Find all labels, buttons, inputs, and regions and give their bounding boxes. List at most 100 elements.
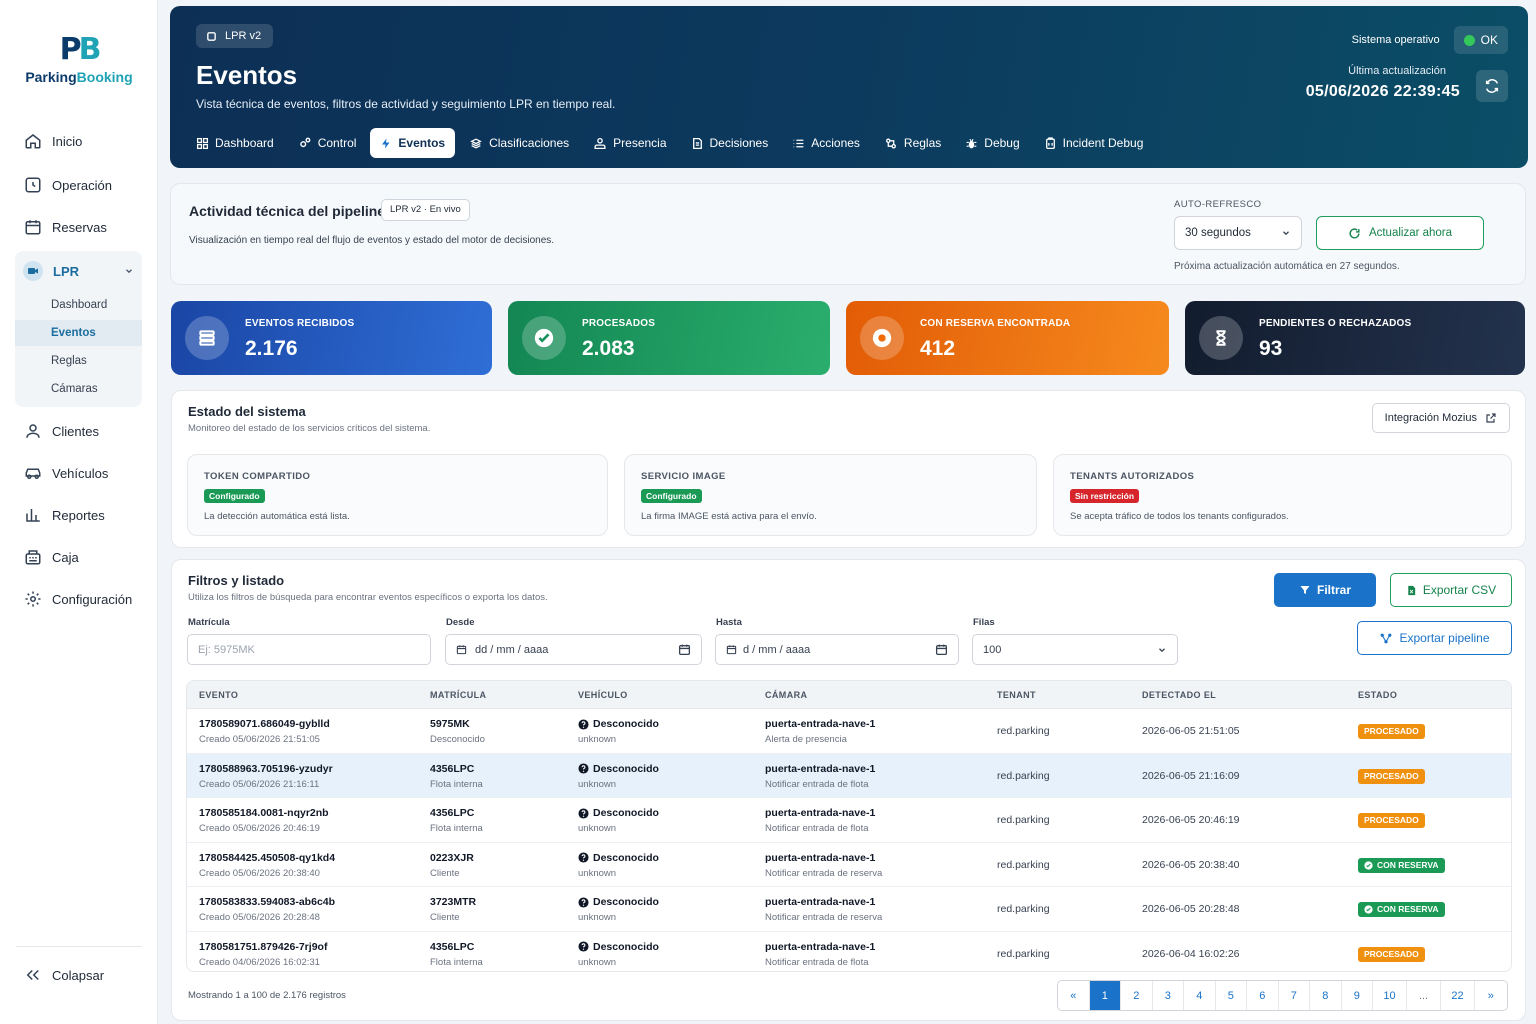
sidebar-item-configuracion[interactable]: Configuración (16, 581, 142, 617)
sidebar-subitem-camaras[interactable]: Cámaras (15, 376, 142, 402)
pagination-page[interactable]: 7 (1279, 981, 1310, 1010)
table-row[interactable]: 1780588963.705196-yzudyr Creado 05/06/202… (187, 753, 1511, 798)
status-badge: OK (1453, 26, 1508, 54)
tab-eventos[interactable]: Eventos (370, 128, 456, 158)
refresh-now-button[interactable]: Actualizar ahora (1316, 216, 1484, 250)
column-header[interactable]: CÁMARA (765, 690, 807, 700)
sidebar-item-caja[interactable]: Caja (16, 539, 142, 575)
refresh-interval-value: 30 segundos (1185, 227, 1251, 239)
gears-icon (299, 137, 311, 148)
pagination-page[interactable]: 2 (1121, 981, 1153, 1010)
tab-decisiones[interactable]: Decisiones (681, 128, 779, 158)
export-csv-button[interactable]: Exportar CSV (1390, 573, 1512, 607)
pagination-page[interactable]: 8 (1310, 981, 1342, 1010)
event-id[interactable]: 1780584425.450508-qy1kd4 (199, 852, 335, 864)
brand-logo[interactable]: PB ParkingBooking (0, 34, 158, 86)
column-header[interactable]: EVENTO (199, 690, 238, 700)
sidebar-item-operacion[interactable]: Operación (16, 167, 142, 203)
plate-type: Cliente (430, 867, 460, 879)
status-badge-label: OK (1480, 33, 1498, 47)
user-car-icon (594, 137, 606, 149)
tab-label: Incident Debug (1062, 136, 1144, 150)
tab-acciones[interactable]: Acciones (782, 128, 870, 158)
table-header: EVENTO MATRÍCULA VEHÍCULO CÁMARA TENANT … (187, 681, 1511, 709)
tab-clasificaciones[interactable]: Clasificaciones (459, 128, 579, 158)
pagination-page[interactable]: 22 (1441, 981, 1475, 1010)
pagination-page[interactable]: 3 (1153, 981, 1184, 1010)
sidebar-item-lpr[interactable]: LPR (15, 259, 142, 283)
camera: puerta-entrada-nave-1 (765, 896, 876, 908)
pagination-prev[interactable]: « (1058, 981, 1090, 1010)
refresh-button[interactable] (1476, 70, 1508, 102)
filter-button[interactable]: Filtrar (1274, 573, 1376, 607)
pipeline-description: Visualización en tiempo real del flujo d… (189, 235, 555, 246)
column-header[interactable]: TENANT (997, 690, 1036, 700)
tab-control[interactable]: Control (288, 128, 367, 158)
rows-select[interactable]: 100 (972, 634, 1178, 665)
event-id[interactable]: 1780589071.686049-gyblld (199, 718, 330, 730)
calendar-picker-icon[interactable] (678, 643, 691, 656)
sidebar-subitem-eventos[interactable]: Eventos (15, 320, 142, 346)
sidebar-subitem-dashboard[interactable]: Dashboard (15, 292, 142, 318)
sidebar-item-label: Reservas (52, 219, 107, 235)
tab-debug[interactable]: Debug (955, 128, 1029, 158)
pagination-page[interactable]: 5 (1216, 981, 1247, 1010)
sidebar-item-clientes[interactable]: Clientes (16, 413, 142, 449)
check-circle-icon (1364, 905, 1373, 914)
pagination-next[interactable]: » (1475, 981, 1507, 1010)
event-id[interactable]: 1780585184.0081-nqyr2nb (199, 807, 329, 819)
tab-incident-debug[interactable]: Incident Debug (1034, 128, 1154, 158)
pagination-page[interactable]: 9 (1342, 981, 1373, 1010)
refresh-icon (1485, 79, 1499, 93)
brand-name-part-2: Booking (76, 69, 133, 85)
event-id[interactable]: 1780588963.705196-yzudyr (199, 763, 333, 775)
plate-input[interactable]: Ej: 5975MK (187, 634, 431, 665)
refresh-interval-select[interactable]: 30 segundos (1174, 216, 1302, 250)
table-row[interactable]: 1780583833.594083-ab6c4b Creado 05/06/202… (187, 887, 1511, 932)
box-title: SERVICIO IMAGE (641, 471, 726, 482)
tenant: red.parking (997, 903, 1050, 915)
clipboard-icon (1045, 136, 1055, 149)
event-created: Creado 05/06/2026 20:28:48 (199, 912, 320, 923)
tab-label: Dashboard (215, 136, 274, 150)
pagination-page[interactable]: 1 (1089, 981, 1121, 1010)
collapse-label: Colapsar (52, 967, 105, 983)
camera: puerta-entrada-nave-1 (765, 940, 876, 953)
tab-dashboard[interactable]: Dashboard (186, 128, 284, 158)
gear-icon (25, 591, 41, 607)
column-header[interactable]: ESTADO (1358, 690, 1397, 700)
column-header[interactable]: VEHÍCULO (578, 690, 628, 700)
column-header[interactable]: MATRÍCULA (430, 690, 486, 700)
tab-reglas[interactable]: Reglas (874, 128, 951, 158)
status-tag: Configurado (204, 489, 265, 503)
tab-presencia[interactable]: Presencia (583, 128, 676, 158)
sidebar-subitem-reglas[interactable]: Reglas (15, 348, 142, 374)
box-note: La firma IMAGE está activa para el envío… (641, 511, 817, 522)
from-date-input[interactable]: dd / mm / aaaa (445, 634, 702, 665)
sidebar-item-reportes[interactable]: Reportes (16, 497, 142, 533)
mozius-integration-button[interactable]: Integración Mozius (1371, 403, 1510, 433)
event-id[interactable]: 1780581751.879426-7rj9of (199, 941, 327, 953)
pagination-page[interactable]: 6 (1247, 981, 1279, 1010)
plate-type: Flota interna (430, 956, 483, 968)
from-date-value: dd / mm / aaaa (475, 643, 549, 656)
sidebar-item-inicio[interactable]: Inicio (16, 123, 142, 159)
bar-chart-icon (26, 509, 40, 522)
table-row[interactable]: 1780584425.450508-qy1kd4 Creado 05/06/202… (187, 842, 1511, 887)
camera-icon (23, 261, 43, 281)
event-id[interactable]: 1780583833.594083-ab6c4b (199, 896, 335, 908)
collapse-button[interactable]: Colapsar (16, 957, 142, 993)
to-date-input[interactable]: d / mm / aaaa (715, 634, 959, 665)
table-row[interactable]: 1780581751.879426-7rj9of Creado 04/06/202… (187, 931, 1511, 971)
pagination-page[interactable]: 10 (1373, 981, 1407, 1010)
question-circle-icon (578, 941, 589, 952)
sidebar-item-reservas[interactable]: Reservas (16, 209, 142, 245)
pagination-page[interactable]: 4 (1184, 981, 1216, 1010)
calendar-picker-icon[interactable] (935, 643, 948, 656)
table-row[interactable]: 1780589071.686049-gyblld Creado 05/06/202… (187, 709, 1511, 754)
column-header[interactable]: DETECTADO EL (1142, 690, 1216, 700)
stat-value: 2.176 (245, 337, 298, 360)
table-row[interactable]: 1780585184.0081-nqyr2nb Creado 05/06/2026… (187, 798, 1511, 843)
sidebar-item-vehiculos[interactable]: Vehículos (16, 455, 142, 491)
export-pipeline-button[interactable]: Exportar pipeline (1357, 621, 1512, 655)
